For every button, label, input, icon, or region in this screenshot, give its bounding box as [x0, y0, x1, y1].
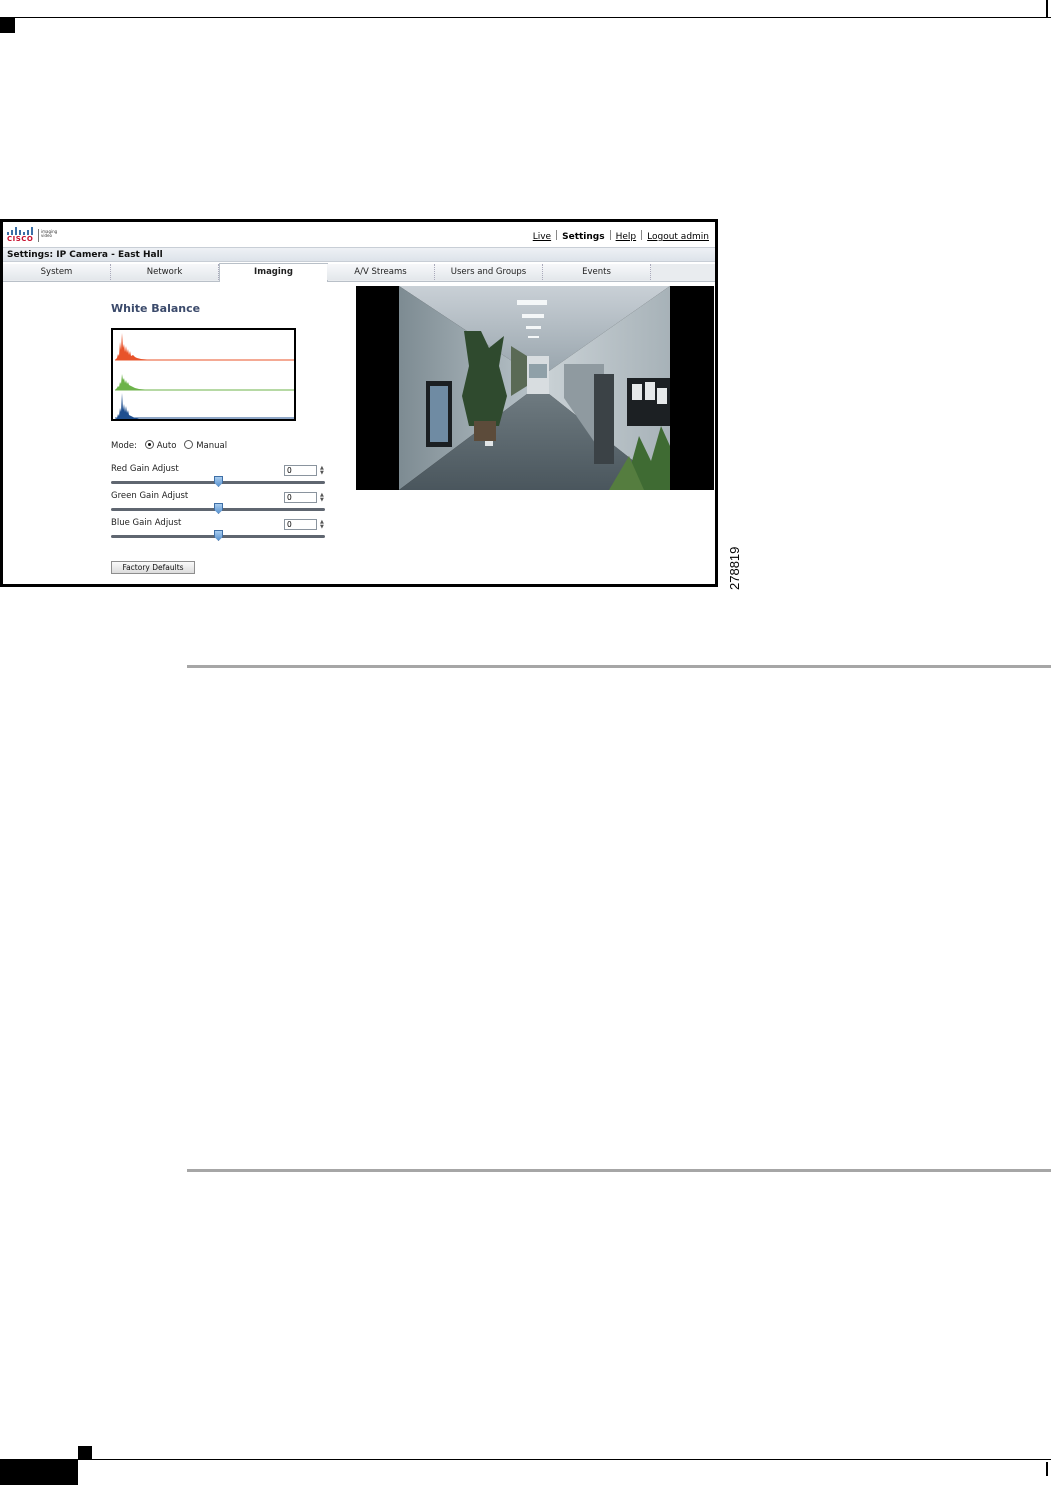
white-balance-title: White Balance — [111, 302, 201, 315]
hallway-camera-image — [399, 286, 670, 490]
section-divider-bottom — [187, 1169, 1051, 1172]
mode-auto-radio[interactable] — [144, 440, 154, 449]
page-footer-marker — [78, 1446, 92, 1460]
nav-link-help[interactable]: Help — [616, 232, 637, 242]
tab-imaging[interactable]: Imaging — [219, 263, 328, 282]
tab-events[interactable]: Events — [543, 264, 651, 280]
nav-link-logout[interactable]: Logout admin — [647, 232, 709, 242]
slider-thumb-icon[interactable] — [214, 530, 223, 541]
nav-separator — [556, 230, 558, 240]
mode-selector: Mode: Auto Manual — [111, 440, 227, 451]
tab-network[interactable]: Network — [111, 264, 219, 280]
histogram-graph — [115, 333, 294, 420]
spin-arrows-icon[interactable]: ▲ ▼ — [320, 466, 326, 476]
red-gain-input[interactable] — [284, 465, 317, 476]
page-corner-marker — [0, 18, 15, 33]
green-histogram — [115, 374, 153, 390]
green-gain-input[interactable] — [284, 492, 317, 503]
logo-subtitle: imaging video — [41, 229, 58, 238]
page-number-block — [0, 1460, 78, 1485]
blue-gain-input[interactable] — [284, 519, 317, 530]
nav-link-settings[interactable]: Settings — [562, 232, 604, 242]
mode-manual-radio[interactable] — [184, 440, 194, 449]
camera-video-preview — [356, 286, 714, 490]
mode-auto-label[interactable]: Auto — [157, 441, 177, 451]
page-title: Settings: IP Camera - East Hall — [3, 247, 715, 262]
nav-separator — [609, 230, 611, 240]
spin-arrows-icon[interactable]: ▲ ▼ — [320, 493, 326, 503]
page-bottom-rule — [0, 1459, 1051, 1460]
camera-settings-screenshot: CISCO imaging video Live Settings Help Logo… — [0, 219, 718, 587]
slider-thumb-icon[interactable] — [214, 503, 223, 514]
nav-separator — [641, 230, 643, 240]
logo-wordmark: CISCO — [7, 235, 34, 243]
spin-arrows-icon[interactable]: ▲ ▼ — [320, 520, 326, 530]
page-bottom-right-tick — [1046, 1462, 1048, 1476]
settings-tabs: System Network Imaging A/V Streams Users… — [3, 263, 715, 282]
blue-histogram — [115, 393, 153, 420]
section-divider-top — [187, 665, 1051, 668]
logo-separator — [38, 229, 39, 242]
red-histogram — [115, 333, 153, 360]
rgb-histogram — [111, 328, 296, 421]
mode-manual-label[interactable]: Manual — [196, 441, 227, 451]
slider-thumb-icon[interactable] — [214, 476, 223, 487]
green-gain-label: Green Gain Adjust — [111, 491, 189, 501]
mode-label: Mode: — [111, 441, 138, 451]
tab-users-and-groups[interactable]: Users and Groups — [435, 264, 543, 280]
cisco-logo-icon: CISCO imaging video — [7, 227, 67, 245]
top-navigation: Live Settings Help Logout admin — [533, 230, 709, 242]
page-top-rule — [0, 17, 1051, 18]
app-header: CISCO imaging video Live Settings Help Logo… — [3, 222, 715, 247]
factory-defaults-button[interactable]: Factory Defaults — [111, 561, 195, 574]
figure-number: 278819 — [727, 546, 742, 590]
page-top-right-tick — [1046, 0, 1048, 17]
tab-system[interactable]: System — [3, 264, 111, 280]
nav-link-live[interactable]: Live — [533, 232, 551, 242]
red-gain-label: Red Gain Adjust — [111, 464, 179, 474]
tab-av-streams[interactable]: A/V Streams — [327, 264, 435, 280]
logo-bars — [7, 227, 35, 235]
blue-gain-label: Blue Gain Adjust — [111, 518, 182, 528]
